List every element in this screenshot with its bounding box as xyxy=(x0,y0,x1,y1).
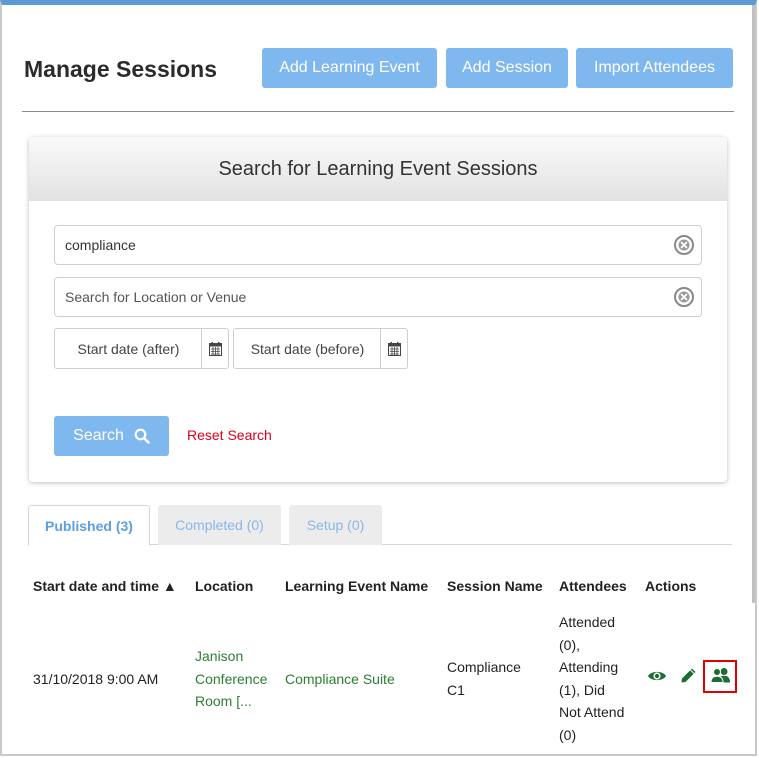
page-header: Manage Sessions Add Learning Event Add S… xyxy=(22,44,734,112)
search-button[interactable]: Search xyxy=(54,416,169,456)
column-header-start-date[interactable]: Start date and time ▲ xyxy=(33,578,177,594)
add-learning-event-button[interactable]: Add Learning Event xyxy=(262,48,437,88)
session-name-line: Compliance xyxy=(447,659,521,675)
location-line: Janison xyxy=(195,648,244,664)
start-before-calendar-button[interactable] xyxy=(380,329,407,368)
location-input[interactable] xyxy=(55,278,665,316)
column-header-location: Location xyxy=(195,578,254,594)
magnifier-icon xyxy=(134,428,150,444)
attendees-line: (0), xyxy=(559,636,580,653)
search-panel: Search for Learning Event Sessions compl… xyxy=(29,137,727,482)
calendar-icon xyxy=(208,341,222,356)
keyword-field xyxy=(54,225,702,265)
tab-completed[interactable]: Completed (0) xyxy=(158,505,281,545)
page-title: Manage Sessions xyxy=(24,56,218,82)
import-attendees-button[interactable]: Import Attendees xyxy=(576,48,733,88)
attendees-line: (0) xyxy=(559,726,577,743)
event-name-cell[interactable]: Compliance Suite xyxy=(285,668,395,691)
add-session-button[interactable]: Add Session xyxy=(446,48,568,88)
reset-search-link[interactable]: Reset Search xyxy=(187,427,272,443)
pencil-icon[interactable] xyxy=(680,667,697,684)
column-header-attendees: Attendees xyxy=(559,578,627,594)
clear-icon[interactable] xyxy=(673,286,695,308)
search-panel-header: Search for Learning Event Sessions xyxy=(29,137,727,201)
session-name-cell: Compliance C1 xyxy=(447,656,521,701)
eye-icon[interactable] xyxy=(647,669,667,683)
start-before-input[interactable] xyxy=(234,329,381,368)
attendees-line: Not Attend xyxy=(559,704,625,720)
clear-icon[interactable] xyxy=(673,234,695,256)
attendees-line: Attending xyxy=(559,659,619,675)
keyword-input[interactable] xyxy=(55,226,665,264)
attendees-cell: Attended (0), Attending (1), Did Not Att… xyxy=(559,611,624,746)
scrollbar[interactable] xyxy=(752,5,755,603)
start-before-field xyxy=(233,328,408,369)
search-button-label: Search xyxy=(73,427,124,444)
start-date-cell: 31/10/2018 9:00 AM xyxy=(33,671,159,687)
attendees-icon[interactable] xyxy=(709,667,732,683)
tab-setup[interactable]: Setup (0) xyxy=(289,505,382,545)
column-header-actions: Actions xyxy=(645,578,697,594)
attendees-line: Attended xyxy=(559,614,616,630)
location-cell[interactable]: Janison Conference Room [... xyxy=(195,645,267,713)
start-after-field xyxy=(54,328,229,369)
session-tabs: Published (3) Completed (0) Setup (0) xyxy=(28,505,732,546)
tab-published[interactable]: Published (3) xyxy=(28,505,150,546)
attendees-line: (1), Did xyxy=(559,681,605,698)
column-header-session-name: Session Name xyxy=(447,578,543,594)
start-after-calendar-button[interactable] xyxy=(201,329,228,368)
session-name-line: C1 xyxy=(447,681,465,698)
location-line: Conference xyxy=(195,670,268,687)
location-line: Room [... xyxy=(195,693,252,709)
column-header-event-name: Learning Event Name xyxy=(285,578,429,594)
start-after-input[interactable] xyxy=(55,329,202,368)
location-field xyxy=(54,277,702,317)
search-panel-title: Search for Learning Event Sessions xyxy=(218,157,538,180)
calendar-icon xyxy=(387,341,401,356)
